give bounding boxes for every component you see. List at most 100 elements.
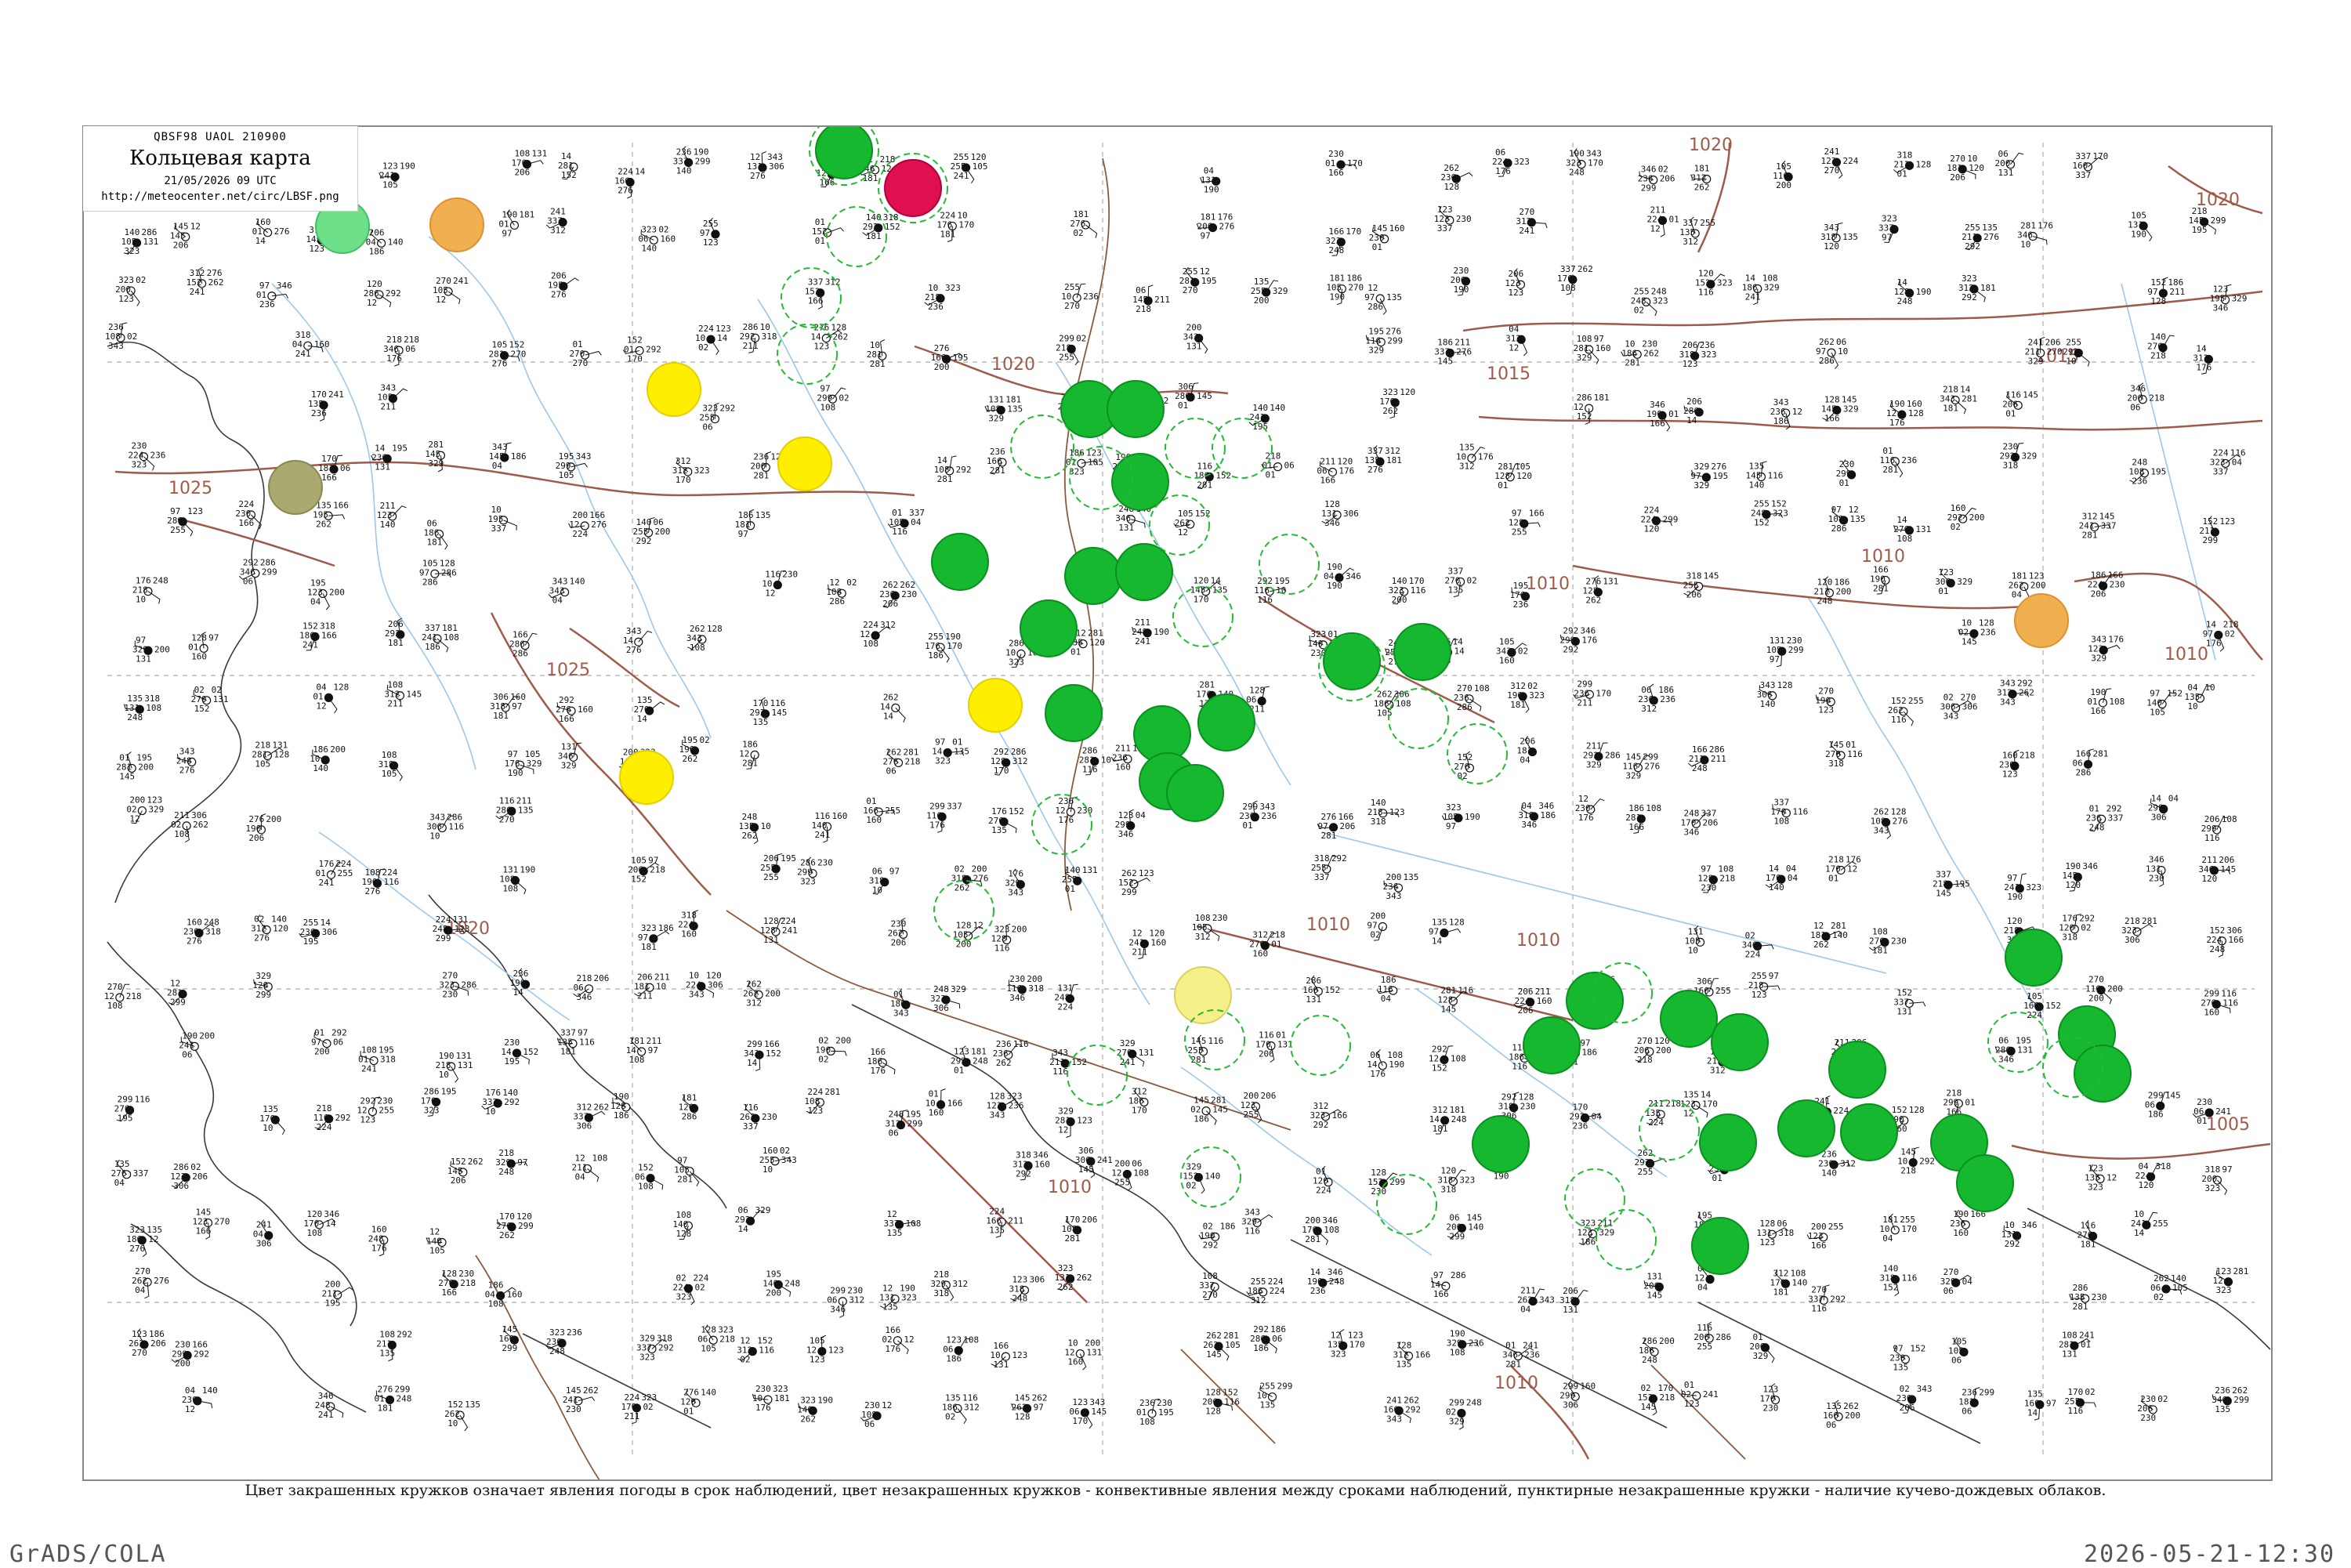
- station-model: 0431212: [1505, 324, 1528, 357]
- station-value: 02: [1073, 228, 1083, 238]
- station-value: 131: [458, 1060, 473, 1070]
- station-value: 255: [1715, 986, 1731, 996]
- station-model: 152224248306166: [2206, 925, 2244, 958]
- station-value: 170: [1072, 1416, 1088, 1426]
- station-value: 145: [2220, 864, 2236, 875]
- station-model: 12140105: [426, 1226, 447, 1255]
- station-model: 12806105323218: [697, 1324, 735, 1353]
- station-value: 181: [388, 638, 404, 648]
- station-value: 218: [1900, 1166, 1916, 1176]
- station-value: 195: [1158, 1407, 1174, 1418]
- rain-station-circle: [1393, 623, 1451, 681]
- station-model: 123262270186206: [129, 1328, 166, 1358]
- station-model: 218116224292: [313, 1103, 351, 1132]
- station-value: 218: [2020, 750, 2035, 760]
- station-value: 06: [1826, 1420, 1836, 1430]
- station-model: 276190206200: [245, 813, 281, 843]
- station-model: 166186176: [867, 1047, 896, 1076]
- station-value: 145: [1078, 1164, 1094, 1175]
- station-value: 224: [1648, 1117, 1664, 1128]
- station-value: 176: [929, 820, 945, 830]
- rain-station-circle: [1691, 1217, 1749, 1275]
- station-value: 02: [839, 393, 849, 403]
- station-model: 23014195152: [501, 1037, 538, 1066]
- station-value: 343: [1874, 825, 1889, 835]
- station-model: 140323200170116: [1389, 576, 1426, 605]
- station-model: 10534316002: [1496, 637, 1528, 666]
- station-value: 195: [1201, 276, 1217, 286]
- station-model: 241337312: [546, 207, 567, 236]
- station-value: 312: [1012, 756, 1028, 766]
- station-value: 286: [1367, 302, 1383, 312]
- station-value: 270: [1064, 301, 1080, 311]
- station-value: 200: [329, 588, 345, 598]
- station-model: 131248224: [1054, 983, 1078, 1012]
- station-value: 230: [1520, 1102, 1536, 1112]
- station-value: 166: [238, 518, 254, 528]
- station-value: 116: [2204, 833, 2220, 843]
- station-value: 04: [1962, 1276, 1973, 1287]
- station-value: 131: [1139, 1048, 1154, 1058]
- station-value: 166: [2228, 935, 2244, 945]
- station-value: 186: [425, 642, 440, 652]
- station-model: 25510135299: [1257, 1382, 1293, 1410]
- station-model: 19004190346: [1324, 562, 1361, 591]
- station-model: 23001166170: [1325, 149, 1363, 178]
- rain-station-circle: [815, 127, 873, 179]
- station-model: 29921825502: [1056, 333, 1086, 366]
- station-model: 01186343: [890, 988, 911, 1018]
- station-model: 28612152181: [1574, 393, 1610, 425]
- station-value: 211: [1132, 947, 1147, 957]
- station-value: 190: [1154, 627, 1169, 637]
- station-model: 123241105190: [379, 161, 415, 190]
- station-model: 97128230108218: [1697, 864, 1735, 893]
- station-value: 166: [808, 296, 824, 306]
- station-value: 116: [135, 1095, 150, 1105]
- station-value: 181: [1386, 455, 1402, 465]
- station-value: 140: [313, 763, 328, 773]
- station-model: 12281299: [167, 979, 187, 1008]
- station-model: 170292135116145: [750, 697, 787, 727]
- station-value: 105: [2150, 707, 2165, 717]
- station-value: 200: [154, 644, 170, 654]
- snow-station-circle: [968, 678, 1023, 733]
- station-model: 160230276248318: [183, 918, 221, 947]
- station-value: 166: [1433, 1289, 1449, 1299]
- isobar-label: 1010: [1306, 915, 1350, 935]
- station-value: 241: [318, 1410, 334, 1420]
- station-value: 200: [1659, 1336, 1675, 1346]
- station-model: 262186105306108: [1374, 689, 1411, 718]
- station-value: 131: [2017, 1045, 2033, 1055]
- station-model: 9729910802: [817, 383, 849, 412]
- station-value: 343: [108, 341, 124, 351]
- station-model: 13110597230299: [1766, 636, 1804, 668]
- station-value: 200: [330, 744, 346, 755]
- station-value: 97: [208, 632, 219, 643]
- station-value: 306: [1343, 509, 1359, 519]
- station-value: 135: [1842, 232, 1858, 242]
- station-value: 166: [321, 630, 337, 640]
- station-value: 116: [1891, 715, 1907, 725]
- station-value: 318: [2062, 932, 2078, 943]
- station-model: 292276166160: [556, 695, 593, 724]
- station-model: 23020623002: [2137, 1394, 2168, 1423]
- station-value: 270: [132, 1348, 147, 1358]
- station-model: 28612330602206: [170, 1162, 208, 1191]
- station-value: 281: [870, 359, 886, 369]
- station-model: 041351010: [2184, 683, 2215, 712]
- station-value: 299: [695, 156, 711, 166]
- station-value: 160: [507, 1289, 523, 1299]
- station-value: 131: [993, 1360, 1009, 1370]
- station-value: 262: [996, 1058, 1012, 1068]
- station-model: 1231202152116: [737, 1336, 774, 1365]
- station-value: 276: [364, 886, 380, 896]
- station-value: 108: [1896, 534, 1912, 544]
- station-model: 26227606281218: [882, 747, 920, 776]
- station-value: 108: [906, 1219, 922, 1229]
- station-value: 206: [1082, 1215, 1098, 1225]
- station-model: 06145218211: [1132, 284, 1170, 314]
- station-model: 0227015202131: [191, 685, 229, 714]
- station-model: 190323248343170: [1566, 148, 1603, 178]
- station-model: 166211248286211: [1688, 744, 1726, 773]
- station-model: 32997329276195: [1690, 462, 1728, 491]
